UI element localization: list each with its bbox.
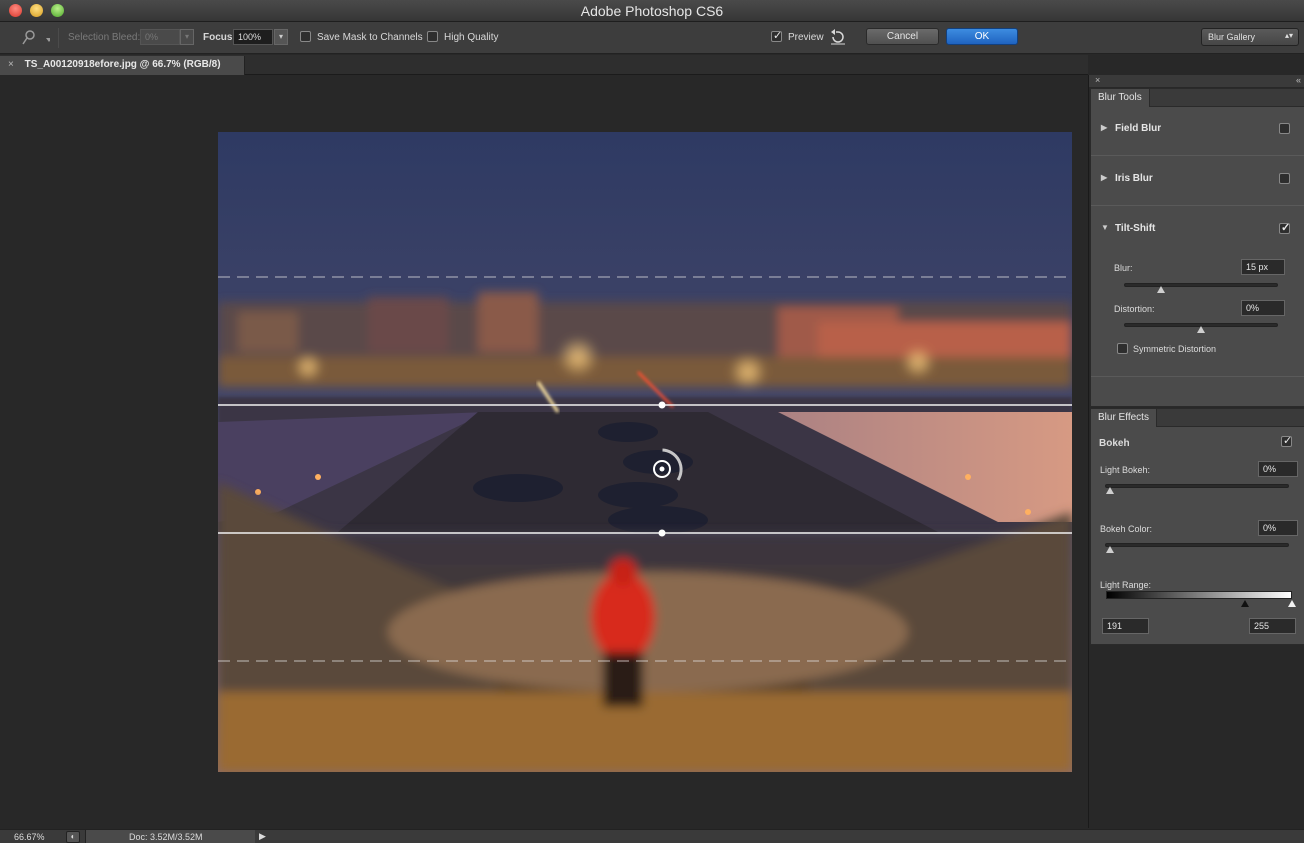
undo-icon[interactable] xyxy=(829,28,847,46)
options-bar: Selection Bleed: 0% ▾ Focus: 100% ▾ Save… xyxy=(0,22,1304,54)
expand-triangle-icon[interactable]: ▶ xyxy=(1101,173,1107,182)
field-blur-row[interactable]: ▶ Field Blur xyxy=(1091,123,1304,143)
window-title: Adobe Photoshop CS6 xyxy=(580,3,724,19)
updown-icon: ▴▾ xyxy=(1284,31,1293,40)
bokeh-label: Bokeh xyxy=(1099,438,1130,449)
doc-info: Doc: 3.52M/3.52M xyxy=(129,832,203,842)
bokeh-color-slider[interactable] xyxy=(1105,543,1289,547)
blur-effects-tab[interactable]: Blur Effects xyxy=(1091,409,1157,427)
blur-tools-panel: Blur Tools ▶ Field Blur ▶ Iris Blur ▼ Ti… xyxy=(1090,88,1304,407)
divider xyxy=(1091,205,1304,206)
focus-label: Focus: xyxy=(203,32,236,43)
divider xyxy=(1091,155,1304,156)
focus-dropdown[interactable]: ▾ xyxy=(274,29,288,45)
collapse-panel-icon[interactable]: « xyxy=(1296,75,1301,85)
cancel-button[interactable]: Cancel xyxy=(866,28,939,45)
blur-label: Blur: xyxy=(1114,263,1133,273)
document-tab-bar: × TS_A00120918efore.jpg @ 66.7% (RGB/8) xyxy=(0,55,1088,75)
bokeh-color-field[interactable]: 0% xyxy=(1258,520,1298,536)
workspace-dropdown[interactable]: Blur Gallery ▴▾ xyxy=(1201,28,1299,46)
field-blur-label: Field Blur xyxy=(1115,123,1162,134)
tilt-shift-checkbox[interactable] xyxy=(1279,221,1290,234)
light-range-high-thumb[interactable] xyxy=(1288,600,1296,607)
divider xyxy=(1091,376,1304,377)
preview-label: Preview xyxy=(788,32,824,43)
light-bokeh-thumb[interactable] xyxy=(1106,487,1114,494)
play-arrow-icon[interactable]: ▶ xyxy=(259,831,266,842)
bokeh-checkbox[interactable] xyxy=(1281,434,1292,447)
symmetric-distortion-checkbox[interactable] xyxy=(1117,343,1128,354)
bokeh-color-thumb[interactable] xyxy=(1106,546,1114,553)
save-mask-checkbox[interactable] xyxy=(300,31,311,42)
blur-value-field[interactable]: 15 px xyxy=(1241,259,1285,275)
selection-bleed-field[interactable]: 0% xyxy=(140,29,180,45)
status-bar: 66.67% ◐ Doc: 3.52M/3.52M ▶ xyxy=(0,829,1304,843)
distortion-value-field[interactable]: 0% xyxy=(1241,300,1285,316)
symmetric-distortion-label: Symmetric Distortion xyxy=(1133,344,1217,354)
selection-bleed-dropdown[interactable]: ▾ xyxy=(180,29,194,45)
iris-blur-row[interactable]: ▶ Iris Blur xyxy=(1091,173,1304,193)
selection-bleed-label: Selection Bleed: xyxy=(68,32,141,43)
light-range-low-thumb[interactable] xyxy=(1241,600,1249,607)
title-bar: Adobe Photoshop CS6 xyxy=(0,0,1304,22)
separator xyxy=(58,28,59,48)
workspace-value: Blur Gallery xyxy=(1208,32,1256,42)
blur-tools-tab[interactable]: Blur Tools xyxy=(1091,89,1150,107)
doc-info-area[interactable]: Doc: 3.52M/3.52M xyxy=(85,830,255,843)
light-range-gradient[interactable] xyxy=(1106,591,1292,599)
tilt-shift-label: Tilt-Shift xyxy=(1115,223,1156,234)
light-range-low-field[interactable]: 191 xyxy=(1102,618,1149,634)
field-blur-checkbox[interactable] xyxy=(1279,123,1290,134)
ok-button[interactable]: OK xyxy=(946,28,1018,45)
document-image[interactable] xyxy=(218,132,1072,772)
expand-triangle-icon[interactable]: ▶ xyxy=(1101,123,1107,132)
document-title: TS_A00120918efore.jpg @ 66.7% (RGB/8) xyxy=(24,59,221,70)
distortion-slider-thumb[interactable] xyxy=(1197,326,1205,333)
high-quality-label: High Quality xyxy=(444,32,499,43)
document-tab[interactable]: × TS_A00120918efore.jpg @ 66.7% (RGB/8) xyxy=(0,56,245,75)
light-bokeh-label: Light Bokeh: xyxy=(1100,465,1151,475)
right-panel-dock: × « Blur Tools ▶ Field Blur ▶ Iris Blur … xyxy=(1088,75,1304,828)
save-mask-label: Save Mask to Channels xyxy=(317,32,423,43)
distortion-label: Distortion: xyxy=(1114,304,1155,314)
collapse-triangle-icon[interactable]: ▼ xyxy=(1101,223,1109,232)
light-bokeh-field[interactable]: 0% xyxy=(1258,461,1298,477)
blur-slider[interactable] xyxy=(1124,283,1278,287)
blur-slider-thumb[interactable] xyxy=(1156,286,1165,293)
bokeh-color-label: Bokeh Color: xyxy=(1100,524,1153,534)
pin-icon[interactable] xyxy=(20,28,52,48)
close-tab-icon[interactable]: × xyxy=(8,59,14,70)
close-panel-icon[interactable]: × xyxy=(1095,75,1100,85)
iris-blur-label: Iris Blur xyxy=(1115,173,1153,184)
status-menu-icon[interactable]: ◐ xyxy=(66,831,80,843)
light-range-label: Light Range: xyxy=(1100,580,1152,590)
preview-checkbox[interactable] xyxy=(771,29,782,42)
tilt-shift-row[interactable]: ▼ Tilt-Shift xyxy=(1091,221,1304,243)
panel-dock-header: × « xyxy=(1089,75,1304,87)
high-quality-checkbox[interactable] xyxy=(427,31,438,42)
zoom-level[interactable]: 66.67% xyxy=(14,832,45,842)
light-bokeh-slider[interactable] xyxy=(1105,484,1289,488)
focus-field[interactable]: 100% xyxy=(233,29,273,45)
blur-amount-ring[interactable] xyxy=(640,447,685,492)
iris-blur-checkbox[interactable] xyxy=(1279,173,1290,184)
light-range-high-field[interactable]: 255 xyxy=(1249,618,1296,634)
blur-effects-panel: Blur Effects Bokeh Light Bokeh: 0% Bokeh… xyxy=(1090,408,1304,645)
